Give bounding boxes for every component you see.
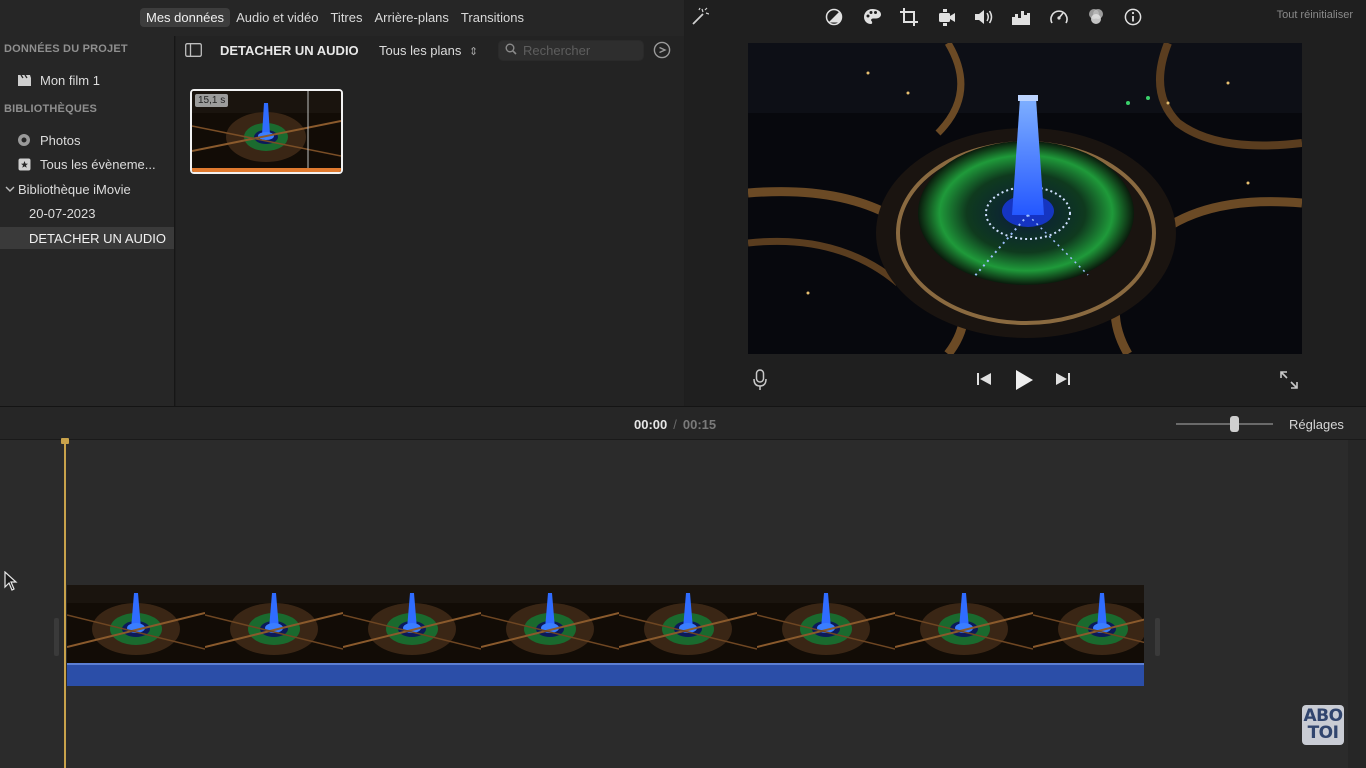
- total-duration: 00:15: [682, 417, 717, 432]
- timeline-scrollbar[interactable]: [1348, 440, 1366, 768]
- fullscreen-icon[interactable]: [1280, 371, 1298, 392]
- photos-icon: [16, 132, 32, 148]
- clip-left-edge[interactable]: [54, 618, 59, 656]
- clip-frame-thumbnail: [1032, 585, 1144, 663]
- video-clip[interactable]: [67, 585, 1144, 663]
- detached-audio-clip[interactable]: [67, 663, 1144, 686]
- filter-icon[interactable]: [1085, 6, 1107, 28]
- clip-frame-thumbnail: [756, 585, 896, 663]
- timeline-header: 00:00 / 00:15 Réglages: [0, 406, 1366, 440]
- tab-mes-donnees[interactable]: Mes données: [140, 8, 231, 27]
- settings-button[interactable]: Réglages: [1289, 417, 1344, 432]
- search-field[interactable]: [498, 40, 644, 61]
- channel-watermark-logo: ABO TOI: [1302, 705, 1344, 745]
- current-time: 00:00: [634, 417, 668, 432]
- media-tab-bar: Mes données Audio et vidéo Titres Arrièr…: [0, 0, 684, 36]
- tab-audio-video[interactable]: Audio et vidéo: [230, 8, 324, 27]
- microphone-icon[interactable]: [753, 369, 767, 394]
- library-sidebar: DONNÉES DU PROJET Mon film 1 BIBLIOTHÈQU…: [0, 36, 175, 406]
- timecode-separator: /: [673, 417, 677, 432]
- timecode-display: 00:00 / 00:15: [634, 417, 716, 432]
- sidebar-item-label: Tous les évèneme...: [40, 156, 156, 172]
- view-options-icon[interactable]: [653, 41, 671, 62]
- watermark-line-2: TOI: [1307, 723, 1339, 743]
- magic-wand-icon[interactable]: [688, 6, 710, 28]
- zoom-slider-handle[interactable]: [1229, 416, 1239, 432]
- browser-toolbar: DETACHER UN AUDIO Tous les plans ⇕: [176, 36, 684, 65]
- volume-icon[interactable]: [973, 6, 995, 28]
- mouse-pointer-icon: [4, 570, 18, 594]
- clip-filter-select[interactable]: Tous les plans ⇕: [379, 43, 478, 58]
- sidebar-item-label: DETACHER UN AUDIO: [29, 230, 166, 246]
- video-preview: [748, 43, 1302, 354]
- clip-frame-thumbnail: [204, 585, 344, 663]
- star-icon: [16, 156, 32, 172]
- color-balance-icon[interactable]: [823, 6, 845, 28]
- video-frame-image: [748, 43, 1302, 354]
- sidebar-item-event-date[interactable]: 20-07-2023: [0, 202, 174, 224]
- search-input[interactable]: [523, 43, 635, 58]
- clip-frame-thumbnail: [894, 585, 1034, 663]
- clip-frame-thumbnail: [480, 585, 620, 663]
- info-icon[interactable]: [1122, 6, 1144, 28]
- clip-used-indicator: [192, 168, 341, 172]
- libraries-section-header: BIBLIOTHÈQUES: [4, 103, 98, 115]
- clip-right-edge[interactable]: [1155, 618, 1160, 656]
- media-browser: DETACHER UN AUDIO Tous les plans ⇕ Reche…: [176, 36, 684, 406]
- playback-controls: [685, 364, 1366, 396]
- search-icon: [505, 43, 517, 58]
- clip-duration-badge: 15,1 s: [195, 94, 229, 107]
- zoom-slider-track[interactable]: [1176, 423, 1273, 425]
- sidebar-item-label: Photos: [40, 132, 81, 148]
- viewer-toolbar: Tout réinitialiser: [685, 0, 1366, 34]
- play-icon[interactable]: [1014, 369, 1034, 394]
- sidebar-item-all-events[interactable]: Tous les évèneme...: [0, 153, 174, 175]
- sidebar-item-detacher-audio[interactable]: DETACHER UN AUDIO: [0, 227, 174, 249]
- skip-forward-icon[interactable]: [1055, 372, 1071, 389]
- viewer-panel: Tout réinitialiser: [685, 0, 1366, 406]
- skip-back-icon[interactable]: [976, 372, 992, 389]
- event-title: DETACHER UN AUDIO: [220, 43, 359, 58]
- sidebar-item-label: Bibliothèque iMovie: [18, 181, 131, 197]
- timeline[interactable]: [0, 438, 1366, 768]
- equalizer-icon[interactable]: [1010, 6, 1032, 28]
- project-section-header: DONNÉES DU PROJET: [4, 43, 128, 55]
- clip-frame-thumbnail: [618, 585, 758, 663]
- clip-frame-thumbnail: [67, 585, 206, 663]
- clip-filter-label: Tous les plans: [379, 43, 462, 58]
- tab-titres[interactable]: Titres: [324, 8, 368, 27]
- updown-chevron-icon: ⇕: [469, 46, 479, 58]
- sidebar-item-imovie-library[interactable]: Bibliothèque iMovie: [0, 178, 174, 200]
- crop-icon[interactable]: [898, 6, 920, 28]
- sidebar-item-photos[interactable]: Photos: [0, 129, 174, 151]
- clip-frame-thumbnail: [342, 585, 482, 663]
- sidebar-item-label: Mon film 1: [40, 72, 100, 88]
- speed-icon[interactable]: [1048, 6, 1070, 28]
- color-palette-icon[interactable]: [861, 6, 883, 28]
- sidebar-item-mon-film[interactable]: Mon film 1: [0, 69, 174, 91]
- chevron-down-icon[interactable]: [2, 181, 18, 197]
- sidebar-toggle-icon[interactable]: [185, 43, 202, 60]
- camera-stabilize-icon[interactable]: [936, 6, 958, 28]
- tab-arriere-plans[interactable]: Arrière-plans: [369, 8, 455, 27]
- tab-transitions[interactable]: Transitions: [455, 8, 530, 27]
- reset-all-button[interactable]: Tout réinitialiser: [1277, 9, 1353, 21]
- playhead[interactable]: [64, 440, 66, 768]
- clip-thumbnail[interactable]: 15,1 s: [190, 89, 343, 174]
- playhead-handle[interactable]: [61, 438, 69, 444]
- sidebar-item-label: 20-07-2023: [29, 205, 96, 221]
- clapperboard-icon: [16, 72, 32, 88]
